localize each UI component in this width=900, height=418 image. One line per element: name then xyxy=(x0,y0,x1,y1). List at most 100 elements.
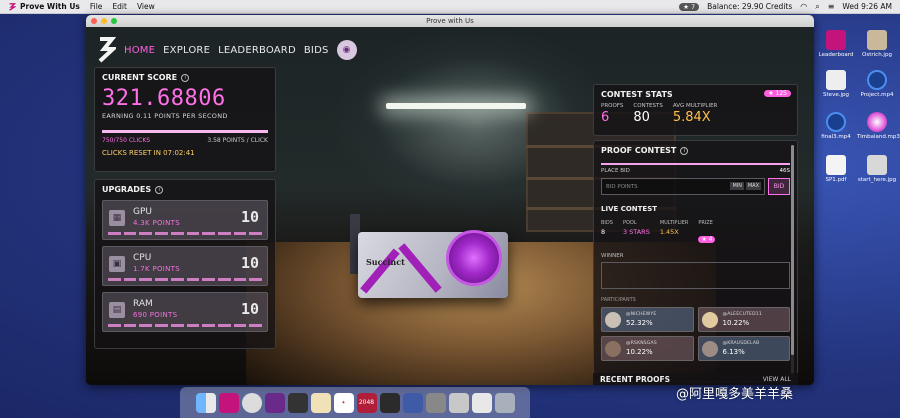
stars-badge[interactable]: ★ 125 xyxy=(764,90,791,97)
game-2048-icon[interactable]: 2048 xyxy=(356,392,377,413)
avatar xyxy=(605,312,621,328)
upgrade-level-bar xyxy=(108,278,263,281)
nav-home[interactable]: HOME xyxy=(124,45,155,56)
live-value: 1.45X xyxy=(659,228,679,236)
settings-icon[interactable] xyxy=(425,392,446,413)
bid-points-input[interactable]: BID POINTS MIN MAX xyxy=(601,178,765,195)
participant-card[interactable]: @ALEECUTED11 10.22% xyxy=(697,307,790,332)
stat-label: CONTESTS xyxy=(633,103,663,109)
participant-card[interactable]: @RSKNSGAS 10.22% xyxy=(601,336,694,361)
stat-value: 80 xyxy=(633,110,650,125)
prove-app-icon[interactable] xyxy=(218,392,239,413)
desktop-icon-label: Ostrich.jpg xyxy=(862,52,892,58)
desktop-icon-label: start_here.jpg xyxy=(857,177,897,183)
desktop-icon-steve[interactable]: Steve.jpg xyxy=(816,70,856,98)
image-file-icon xyxy=(867,30,887,50)
upgrade-name: RAM xyxy=(133,299,153,309)
menubar: Prove With Us File Edit View ★ 7 Balance… xyxy=(0,0,900,14)
terminal-icon[interactable] xyxy=(287,392,308,413)
nav-bids[interactable]: BIDS xyxy=(304,45,329,56)
live-multiplier: MULTIPLIER 1.45X xyxy=(660,220,689,245)
proof-contest-panel: PROOF CONTEST i PLACE BID 46S BID POINTS… xyxy=(593,140,798,382)
photos-icon[interactable] xyxy=(448,392,469,413)
finder-icon[interactable] xyxy=(195,392,216,413)
desktop-icon-project[interactable]: Project.mp4 xyxy=(857,70,897,98)
contest-stats-title: CONTEST STATS xyxy=(601,90,673,99)
desktop-icon-leaderboard[interactable]: Leaderboard xyxy=(816,30,856,58)
clicks-progress-bar xyxy=(102,130,268,133)
info-icon[interactable]: i xyxy=(181,73,190,82)
wifi-icon[interactable]: ◠ xyxy=(800,2,807,11)
calendar-icon[interactable]: ✦ xyxy=(333,392,354,413)
desktop-icon-sp1[interactable]: SP1.pdf xyxy=(816,155,856,183)
ram-icon: ▤ xyxy=(109,302,125,318)
live-pool: POOL 3 STARS xyxy=(623,220,650,245)
prize-badge: ★ 4 xyxy=(698,236,716,243)
min-button[interactable]: MIN xyxy=(730,182,744,190)
prove-app-2-icon[interactable] xyxy=(264,392,285,413)
current-score-panel: CURRENT SCORE i 321.68806 EARNING 0.11 P… xyxy=(94,67,276,172)
audio-file-icon xyxy=(867,112,887,132)
menubar-clock[interactable]: Wed 9:26 AM xyxy=(842,2,892,11)
stat-label: AVG MULTIPLIER xyxy=(672,103,718,109)
live-contest-title: LIVE CONTEST xyxy=(601,205,658,213)
menu-file[interactable]: File xyxy=(90,2,103,11)
participants-grid: @NICHEWYE 52.32% @ALEECUTED11 10.22% @RS… xyxy=(601,307,790,361)
clicks-reset-timer: CLICKS RESET IN 07:02:41 xyxy=(102,149,195,157)
nav-leaderboard[interactable]: LEADERBOARD xyxy=(218,45,296,56)
menu-view[interactable]: View xyxy=(137,2,155,11)
info-icon[interactable]: i xyxy=(155,185,164,194)
winner-label: WINNER xyxy=(601,253,624,259)
view-all-link[interactable]: VIEW ALL xyxy=(763,376,791,383)
desktop-icon-ostrich[interactable]: Ostrich.jpg xyxy=(857,30,897,58)
current-score-title-text: CURRENT SCORE xyxy=(102,73,178,82)
avatar xyxy=(701,341,718,357)
upgrade-cost: 690 POINTS xyxy=(133,311,178,319)
upgrade-gpu[interactable]: ▦ GPU 4.3K POINTS 10 xyxy=(102,200,268,240)
control-center-icon[interactable]: ≡ xyxy=(828,2,835,11)
menubar-app-name[interactable]: Prove With Us xyxy=(20,2,80,11)
app-store-icon[interactable] xyxy=(402,392,423,413)
gpu-brand-label: Succinct xyxy=(366,257,405,267)
menu-edit[interactable]: Edit xyxy=(112,2,127,11)
upgrade-cpu[interactable]: ▣ CPU 1.7K POINTS 10 xyxy=(102,246,268,286)
upgrade-cost: 4.3K POINTS xyxy=(133,219,180,227)
live-bids: BIDS 8 xyxy=(601,220,613,245)
participant-name: @KRAUSDELAB xyxy=(722,341,760,346)
preview-icon[interactable] xyxy=(471,392,492,413)
info-icon[interactable]: i xyxy=(680,146,689,155)
desktop-icon-start-here[interactable]: start_here.jpg xyxy=(857,155,897,183)
upgrade-ram[interactable]: ▤ RAM 690 POINTS 10 xyxy=(102,292,268,332)
max-button[interactable]: MAX xyxy=(745,182,761,190)
participant-name: @ALEECUTED11 xyxy=(722,312,762,317)
participant-name: @NICHEWYE xyxy=(626,312,657,317)
succinct-logo-icon[interactable] xyxy=(96,37,116,63)
cpu-icon: ▣ xyxy=(109,256,125,272)
camera-icon[interactable]: ◉ xyxy=(336,40,357,60)
contest-stats-panel: CONTEST STATS ★ 125 PROOFS 6 CONTESTS 80… xyxy=(593,84,798,136)
app-misc-icon[interactable] xyxy=(379,392,400,413)
search-icon[interactable]: ⌕ xyxy=(815,2,819,12)
upgrades-panel: UPGRADES i ▦ GPU 4.3K POINTS 10 ▣ CPU 1.… xyxy=(94,179,276,349)
scrollbar-thumb[interactable] xyxy=(791,145,794,355)
notes-icon[interactable] xyxy=(310,392,331,413)
participant-name: @RSKNSGAS xyxy=(626,341,657,346)
live-label: BIDS xyxy=(601,220,613,226)
gpu-fan-icon[interactable] xyxy=(446,230,502,286)
desktop-icon-timbaland[interactable]: Timbaland.mp3 xyxy=(857,112,900,140)
prove-logo-icon[interactable] xyxy=(8,2,16,11)
notification-badge[interactable]: ★ 7 xyxy=(679,2,700,11)
game-2048-label: 2048 xyxy=(358,399,375,406)
trash-icon[interactable] xyxy=(494,392,515,413)
nav-explore[interactable]: EXPLORE xyxy=(163,45,210,56)
participant-card[interactable]: @NICHEWYE 52.32% xyxy=(601,307,694,332)
upgrades-title-text: UPGRADES xyxy=(102,185,152,194)
gpu-icon: ▦ xyxy=(109,210,125,226)
window-titlebar[interactable]: Prove with Us xyxy=(86,15,814,27)
bid-button[interactable]: BID xyxy=(768,178,790,195)
participant-card[interactable]: @KRAUSDELAB 6.13% xyxy=(697,336,790,361)
safari-icon[interactable] xyxy=(241,392,262,413)
desktop-icon-final3[interactable]: final3.mp4 xyxy=(816,112,856,140)
bid-timer-bar xyxy=(601,163,790,165)
upgrade-level-bar xyxy=(108,232,263,235)
